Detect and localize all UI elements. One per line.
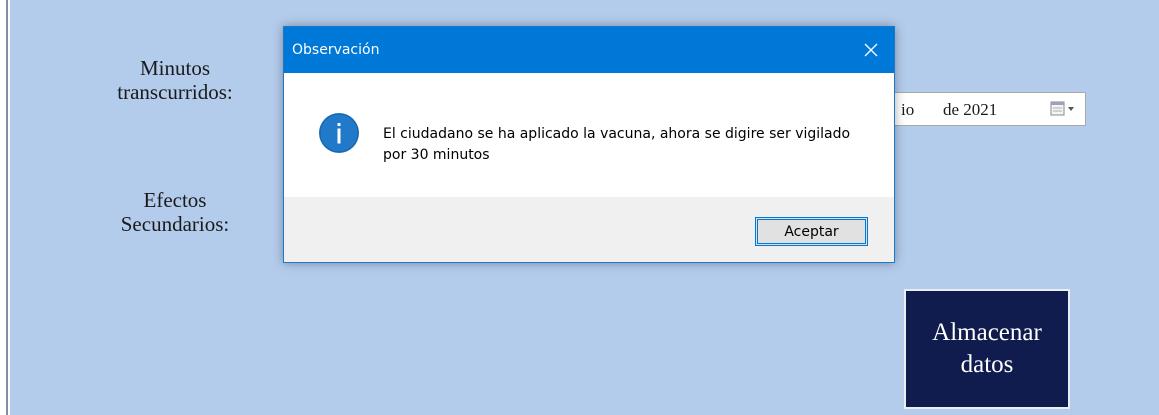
calendar-dropdown-icon[interactable] [1049, 100, 1079, 118]
dialog-footer: Aceptar [284, 197, 894, 262]
accept-button[interactable]: Aceptar [755, 217, 868, 246]
minutes-label-line2: transcurridos: [117, 80, 233, 104]
minutes-label-line1: Minutos [139, 56, 210, 80]
dialog-message: El ciudadano se ha aplicado la vacuna, a… [383, 126, 851, 163]
close-icon [864, 43, 878, 57]
observation-dialog: Observación El ciudadano se ha aplicado … [283, 26, 895, 263]
dialog-title-bar[interactable]: Observación [284, 27, 894, 73]
minutes-label: Minutos transcurridos: [80, 56, 270, 104]
side-effects-label-line1: Efectos [143, 188, 207, 212]
date-year-text: de 2021 [943, 100, 998, 119]
dialog-body: El ciudadano se ha aplicado la vacuna, a… [284, 73, 894, 197]
dialog-title: Observación [292, 42, 380, 58]
close-button[interactable] [848, 27, 894, 73]
side-effects-label-line2: Secundarios: [120, 212, 230, 236]
info-icon [319, 113, 359, 153]
save-button-line1: Almacenar [932, 319, 1042, 346]
date-month-text: io [901, 100, 915, 119]
window-left-border [6, 0, 8, 415]
save-data-button[interactable]: Almacenar datos [904, 289, 1070, 409]
save-button-line2: datos [960, 351, 1014, 378]
side-effects-label: Efectos Secundarios: [80, 188, 270, 236]
date-picker[interactable]: io de 2021 [880, 92, 1086, 126]
